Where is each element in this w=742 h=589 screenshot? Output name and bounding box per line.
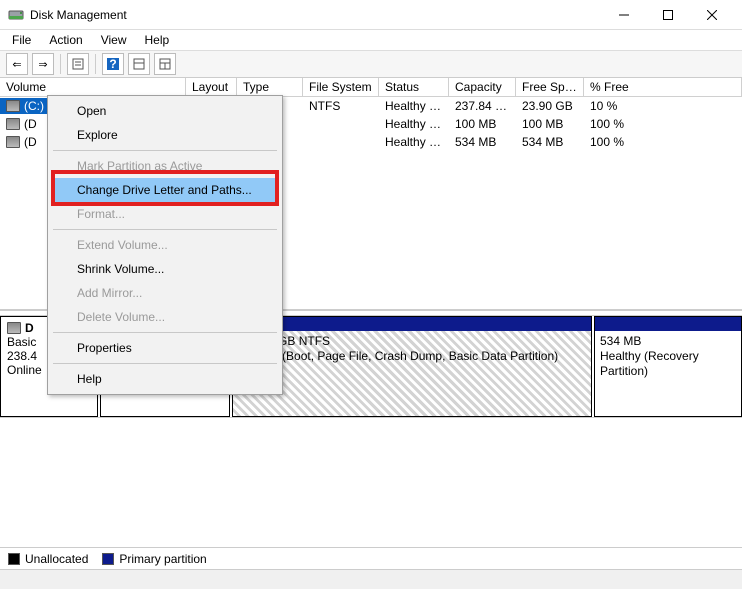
- partition[interactable]: 534 MBHealthy (Recovery Partition): [594, 316, 742, 417]
- statusbar: [0, 569, 742, 589]
- volume-fs: [303, 141, 379, 143]
- grid2-button[interactable]: [154, 53, 176, 75]
- volume-capacity: 237.84 GB: [449, 98, 516, 114]
- context-menu-item[interactable]: Change Drive Letter and Paths...: [51, 178, 279, 202]
- window-title: Disk Management: [30, 8, 602, 22]
- legend-label: Primary partition: [119, 552, 206, 566]
- col-pctfree[interactable]: % Free: [584, 78, 742, 96]
- context-menu-item: Mark Partition as Active: [51, 154, 279, 178]
- volume-free: 100 MB: [516, 116, 584, 132]
- partition-header: [595, 317, 741, 331]
- context-menu-separator: [53, 363, 277, 364]
- context-menu-item: Add Mirror...: [51, 281, 279, 305]
- context-menu-item: Delete Volume...: [51, 305, 279, 329]
- col-layout[interactable]: Layout: [186, 78, 237, 96]
- volume-capacity: 534 MB: [449, 134, 516, 150]
- titlebar: Disk Management: [0, 0, 742, 30]
- volume-pct: 100 %: [584, 134, 634, 150]
- volumes-list: (C:) Simple Basic NTFS Healthy (B... 237…: [0, 97, 742, 310]
- partition-label: Healthy (Recovery Partition): [600, 349, 736, 379]
- volume-free: 23.90 GB: [516, 98, 584, 114]
- volume-pct: 100 %: [584, 116, 634, 132]
- legend: Unallocated Primary partition: [0, 547, 742, 569]
- col-filesystem[interactable]: File System: [303, 78, 379, 96]
- disk-name: D: [25, 321, 34, 335]
- minimize-button[interactable]: [602, 1, 646, 29]
- drive-icon: [6, 118, 20, 130]
- col-capacity[interactable]: Capacity: [449, 78, 516, 96]
- menu-help[interactable]: Help: [137, 31, 178, 49]
- menu-file[interactable]: File: [4, 31, 39, 49]
- col-volume[interactable]: Volume: [0, 78, 186, 96]
- col-status[interactable]: Status: [379, 78, 449, 96]
- legend-swatch-icon: [8, 553, 20, 565]
- col-freespace[interactable]: Free Spa...: [516, 78, 584, 96]
- context-menu-item[interactable]: Help: [51, 367, 279, 391]
- window-controls: [602, 1, 734, 29]
- volume-name: (C:): [24, 99, 44, 113]
- context-menu-item: Extend Volume...: [51, 233, 279, 257]
- menubar: File Action View Help: [0, 30, 742, 50]
- menu-view[interactable]: View: [93, 31, 135, 49]
- volume-name: (D: [24, 135, 37, 149]
- partition-body: 534 MBHealthy (Recovery Partition): [595, 331, 741, 416]
- col-type[interactable]: Type: [237, 78, 303, 96]
- help-button[interactable]: ?: [102, 53, 124, 75]
- grid1-button[interactable]: [128, 53, 150, 75]
- forward-button[interactable]: ⇒: [32, 53, 54, 75]
- app-icon: [8, 7, 24, 23]
- volume-status: Healthy (E...: [379, 116, 449, 132]
- volume-capacity: 100 MB: [449, 116, 516, 132]
- legend-swatch-icon: [102, 553, 114, 565]
- volume-pct: 10 %: [584, 98, 634, 114]
- partition-header: [233, 317, 591, 331]
- context-menu-item[interactable]: Open: [51, 99, 279, 123]
- context-menu-separator: [53, 150, 277, 151]
- volume-status: Healthy (R...: [379, 134, 449, 150]
- toolbar: ⇐ ⇒ ?: [0, 50, 742, 78]
- empty-space: [0, 418, 742, 547]
- volume-fs: [303, 123, 379, 125]
- settings-button[interactable]: [67, 53, 89, 75]
- partition-label: Healthy (Boot, Page File, Crash Dump, Ba…: [238, 349, 586, 364]
- volume-free: 534 MB: [516, 134, 584, 150]
- context-menu: OpenExplore Mark Partition as ActiveChang…: [47, 95, 283, 395]
- back-button[interactable]: ⇐: [6, 53, 28, 75]
- legend-primary: Primary partition: [102, 552, 206, 566]
- volume-status: Healthy (B...: [379, 98, 449, 114]
- disk-icon: [7, 322, 21, 334]
- close-button[interactable]: [690, 1, 734, 29]
- menu-action[interactable]: Action: [41, 31, 90, 49]
- toolbar-separator: [95, 54, 96, 74]
- context-menu-item[interactable]: Explore: [51, 123, 279, 147]
- partition-size: 534 MB: [600, 334, 736, 349]
- maximize-button[interactable]: [646, 1, 690, 29]
- context-menu-item[interactable]: Shrink Volume...: [51, 257, 279, 281]
- context-menu-separator: [53, 229, 277, 230]
- partition[interactable]: 237.84 GB NTFSHealthy (Boot, Page File, …: [232, 316, 592, 417]
- svg-text:?: ?: [109, 58, 116, 70]
- drive-icon: [6, 136, 20, 148]
- partition-size: 237.84 GB NTFS: [238, 334, 586, 349]
- volume-fs: NTFS: [303, 98, 379, 114]
- legend-unallocated: Unallocated: [8, 552, 88, 566]
- drive-icon: [6, 100, 20, 112]
- volume-name: (D: [24, 117, 37, 131]
- context-menu-item: Format...: [51, 202, 279, 226]
- legend-label: Unallocated: [25, 552, 88, 566]
- toolbar-separator: [60, 54, 61, 74]
- context-menu-separator: [53, 332, 277, 333]
- partition-body: 237.84 GB NTFSHealthy (Boot, Page File, …: [233, 331, 591, 416]
- context-menu-item[interactable]: Properties: [51, 336, 279, 360]
